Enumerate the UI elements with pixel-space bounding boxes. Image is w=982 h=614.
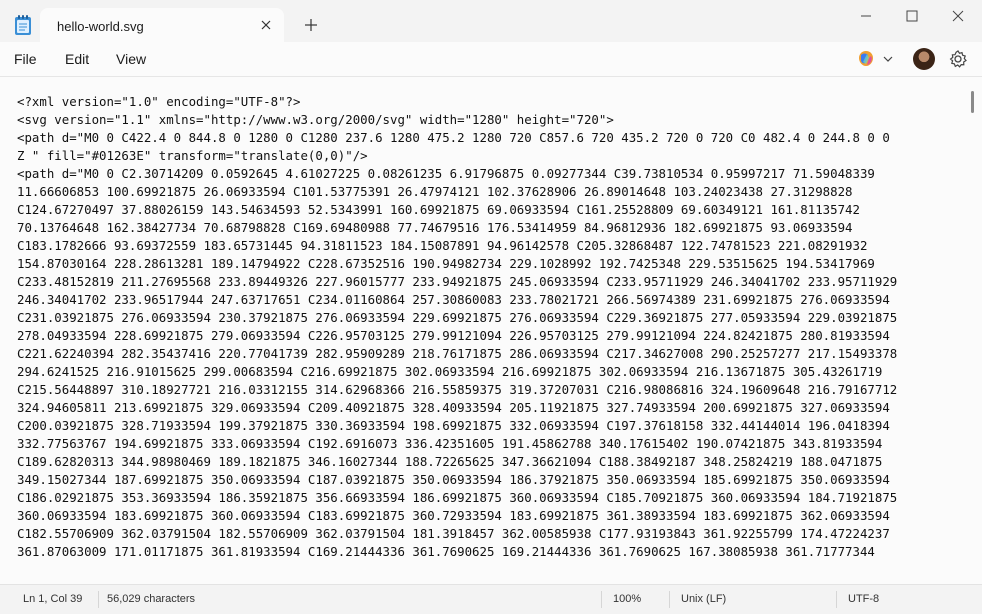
vertical-scrollbar[interactable] bbox=[971, 91, 974, 113]
code-text: <?xml version="1.0" encoding="UTF-8"?> <s… bbox=[17, 93, 967, 561]
code-line: <path d="M0 0 C2.30714209 0.0592645 4.61… bbox=[17, 166, 875, 181]
gear-icon[interactable] bbox=[948, 49, 968, 69]
code-line: C124.67270497 37.88026159 143.54634593 5… bbox=[17, 202, 860, 217]
chevron-down-icon[interactable] bbox=[882, 52, 894, 64]
code-line: 294.6241525 216.91015625 299.00683594 C2… bbox=[17, 364, 883, 379]
code-line: 349.15027344 187.69921875 350.06933594 C… bbox=[17, 472, 890, 487]
menu-file[interactable]: File bbox=[14, 51, 37, 67]
code-line: 154.87030164 228.28613281 189.14794922 C… bbox=[17, 256, 875, 271]
code-line: C182.55706909 362.03791504 182.55706909 … bbox=[17, 526, 890, 541]
status-bar: Ln 1, Col 39 56,029 characters 100% Unix… bbox=[0, 584, 982, 614]
code-line: 246.34041702 233.96517944 247.63717651 C… bbox=[17, 292, 890, 307]
code-line: C189.62820313 344.98980469 189.1821875 3… bbox=[17, 454, 883, 469]
menu-bar: File Edit View bbox=[0, 42, 982, 77]
code-line: 70.13764648 162.38427734 70.68798828 C16… bbox=[17, 220, 853, 235]
code-line: 361.87063009 171.01171875 361.81933594 C… bbox=[17, 544, 875, 559]
encoding[interactable]: UTF-8 bbox=[848, 593, 879, 605]
copilot-icon[interactable] bbox=[857, 50, 875, 68]
zoom-level[interactable]: 100% bbox=[613, 593, 641, 605]
notepad-icon bbox=[14, 14, 32, 36]
code-line: 11.66606853 100.69921875 26.06933594 C10… bbox=[17, 184, 853, 199]
line-ending[interactable]: Unix (LF) bbox=[681, 593, 726, 605]
code-line: 332.77563767 194.69921875 333.06933594 C… bbox=[17, 436, 883, 451]
code-line: C200.03921875 328.71933594 199.37921875 … bbox=[17, 418, 890, 433]
code-line: C186.02921875 353.36933594 186.35921875 … bbox=[17, 490, 898, 505]
menu-edit[interactable]: Edit bbox=[65, 51, 89, 67]
code-line: 324.94605811 213.69921875 329.06933594 C… bbox=[17, 400, 890, 415]
cursor-position: Ln 1, Col 39 bbox=[23, 593, 83, 605]
text-editor[interactable]: <?xml version="1.0" encoding="UTF-8"?> <s… bbox=[0, 77, 982, 584]
close-icon[interactable] bbox=[943, 6, 973, 26]
avatar[interactable] bbox=[913, 48, 935, 70]
close-icon[interactable] bbox=[258, 17, 274, 33]
menu-view[interactable]: View bbox=[116, 51, 146, 67]
maximize-icon[interactable] bbox=[897, 6, 927, 26]
notepad-window: hello-world.svg File Edit View <?xml ver… bbox=[0, 0, 982, 614]
status-divider bbox=[98, 591, 99, 608]
title-bar: hello-world.svg bbox=[0, 0, 982, 44]
status-divider bbox=[601, 591, 602, 608]
code-line: C215.56448897 310.18927721 216.03312155 … bbox=[17, 382, 898, 397]
code-line: C231.03921875 276.06933594 230.37921875 … bbox=[17, 310, 898, 325]
status-divider bbox=[836, 591, 837, 608]
status-divider bbox=[669, 591, 670, 608]
code-line: <svg version="1.1" xmlns="http://www.w3.… bbox=[17, 112, 614, 127]
code-line: C233.48152819 211.27695568 233.89449326 … bbox=[17, 274, 898, 289]
code-line: <?xml version="1.0" encoding="UTF-8"?> bbox=[17, 94, 301, 109]
tab-hello-world[interactable]: hello-world.svg bbox=[40, 8, 284, 44]
plus-icon[interactable] bbox=[301, 15, 321, 35]
code-line: <path d="M0 0 C422.4 0 844.8 0 1280 0 C1… bbox=[17, 130, 890, 145]
code-line: 360.06933594 183.69921875 360.06933594 C… bbox=[17, 508, 890, 523]
code-line: C183.1782666 93.69372559 183.65731445 94… bbox=[17, 238, 868, 253]
minimize-icon[interactable] bbox=[851, 6, 881, 26]
code-line: 278.04933594 228.69921875 279.06933594 C… bbox=[17, 328, 890, 343]
tab-title: hello-world.svg bbox=[57, 19, 144, 34]
code-line: C221.62240394 282.35437416 220.77041739 … bbox=[17, 346, 898, 361]
character-count: 56,029 characters bbox=[107, 593, 196, 605]
code-line: Z " fill="#01263E" transform="translate(… bbox=[17, 148, 368, 163]
